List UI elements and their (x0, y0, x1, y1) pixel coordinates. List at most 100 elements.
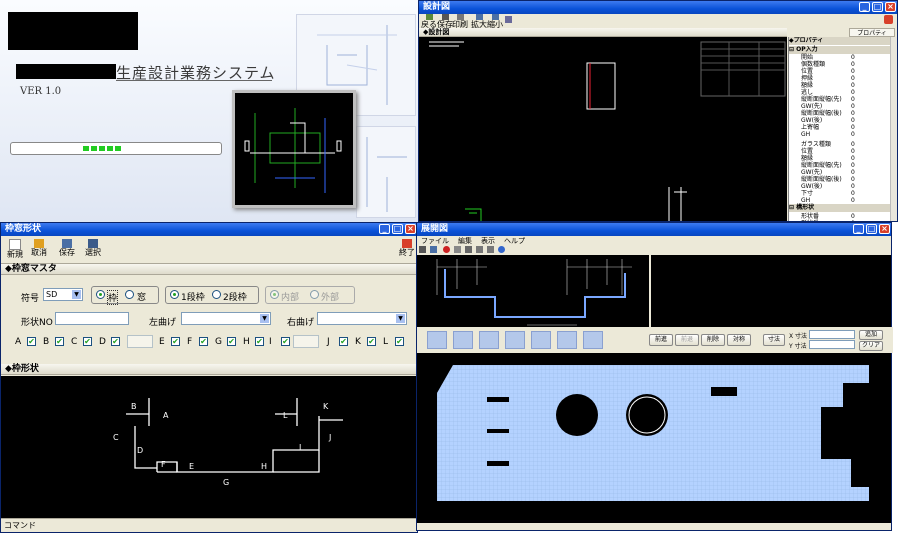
maximize-button[interactable]: □ (866, 224, 877, 234)
property-row[interactable]: 形状番 0 (801, 220, 895, 221)
back-button[interactable]: 戻る (421, 14, 437, 29)
design-window-titlebar[interactable]: 設計図 _ □ × (419, 1, 897, 14)
close-button[interactable]: × (405, 224, 416, 234)
circle-tool-icon[interactable] (479, 331, 499, 349)
disabled-select-1[interactable] (127, 335, 153, 348)
new-button[interactable]: 新規 (7, 239, 23, 259)
checkbox-l[interactable]: ✔ (395, 337, 404, 346)
property-group-frame[interactable]: ⊟ 構形状 (789, 204, 895, 212)
trim-tool-icon[interactable] (557, 331, 577, 349)
menu-help[interactable]: ヘルプ (504, 237, 525, 245)
property-row[interactable]: GH 0 (801, 131, 895, 139)
minimize-button[interactable]: _ (853, 224, 864, 234)
property-label: GW(先) (801, 169, 823, 176)
frame-shape-canvas[interactable]: B A C D F E G H I J K L (1, 376, 417, 518)
checkbox-b[interactable]: ✔ (55, 337, 64, 346)
checkbox-e[interactable]: ✔ (171, 337, 180, 346)
property-tab[interactable]: プロパティ (849, 28, 895, 37)
close-button[interactable]: × (885, 2, 896, 12)
right-bend-select[interactable]: ▼ (317, 312, 407, 325)
undo-button[interactable]: 取消 (31, 239, 47, 257)
radio-1dan[interactable] (170, 290, 179, 299)
checkbox-g[interactable]: ✔ (227, 337, 236, 346)
stop-icon[interactable] (443, 246, 450, 253)
section-view-canvas[interactable] (417, 255, 649, 327)
forward-button[interactable]: 前進 (649, 334, 673, 346)
dimension-button[interactable]: 寸法 (763, 334, 785, 346)
checkbox-j[interactable]: ✔ (339, 337, 348, 346)
unfold-panel-drawing (437, 365, 869, 501)
checkbox-h[interactable]: ✔ (255, 337, 264, 346)
menu-edit[interactable]: 編集 (458, 237, 472, 245)
checkbox-k[interactable]: ✔ (367, 337, 376, 346)
close-button[interactable]: × (879, 224, 890, 234)
radio-outer[interactable] (310, 290, 319, 299)
grid-icon (505, 16, 512, 23)
diamond-tool-icon[interactable] (453, 331, 473, 349)
frame-window-titlebar[interactable]: 枠窓形状 _ □ × (1, 223, 417, 236)
shape-no-input[interactable] (55, 312, 129, 325)
radio-2dan[interactable] (212, 290, 221, 299)
checkbox-c[interactable]: ✔ (83, 337, 92, 346)
property-group-op[interactable]: ⊟ OP入力 (789, 46, 897, 54)
clear-button[interactable]: クリア (859, 341, 883, 351)
left-bend-select[interactable]: ▼ (181, 312, 271, 325)
maximize-button[interactable]: □ (872, 2, 883, 12)
right-view-canvas[interactable] (651, 255, 891, 327)
exit-button[interactable]: 終了 (399, 239, 415, 257)
back-button[interactable]: 前退 (675, 334, 699, 346)
maximize-button[interactable]: □ (392, 224, 403, 234)
save-icon[interactable] (419, 246, 426, 253)
delete-button[interactable]: 削除 (701, 334, 725, 346)
diagonal-tool-icon[interactable] (531, 331, 551, 349)
unfold-window-titlebar[interactable]: 展開図 _ □ × (417, 223, 891, 236)
code-select[interactable]: SD ▼ (43, 288, 83, 301)
grid-button[interactable] (505, 16, 512, 23)
mirror-button[interactable]: 対称 (727, 334, 751, 346)
minimize-button[interactable]: _ (859, 2, 870, 12)
select-button[interactable]: 選択 (85, 239, 101, 257)
line-tool-icon[interactable] (505, 331, 525, 349)
unfold-window-title: 展開図 (421, 224, 449, 234)
property-label: 額縁 (801, 82, 814, 89)
shape-label-g: G (223, 478, 229, 487)
y-dim-input[interactable] (809, 340, 855, 349)
radio-waku[interactable] (96, 290, 105, 299)
design-canvas[interactable] (419, 37, 787, 221)
print-button[interactable]: 印刷 (452, 14, 468, 29)
pen-icon[interactable] (454, 246, 461, 253)
disabled-select-2[interactable] (293, 335, 319, 348)
radio-inner[interactable] (270, 290, 279, 299)
help-icon[interactable] (498, 246, 505, 253)
design-toolbar: 戻る 保存 印刷 拡大 縮小 (419, 14, 897, 29)
property-scrollbar[interactable] (890, 37, 897, 221)
arc-tool-icon[interactable] (583, 331, 603, 349)
checkbox-a[interactable]: ✔ (27, 337, 36, 346)
zoom-in-button[interactable]: 拡大 (471, 14, 487, 29)
undo-arrow-icon (34, 239, 44, 248)
copy-icon[interactable] (476, 246, 483, 253)
rect-tool-icon[interactable] (427, 331, 447, 349)
save-button[interactable]: 保存 (59, 239, 75, 257)
zoom-out-button[interactable]: 縮小 (487, 14, 503, 29)
property-label: 上寄幅 (801, 124, 820, 131)
exit-icon[interactable] (884, 15, 893, 24)
checkbox-d[interactable]: ✔ (111, 337, 120, 346)
shape-label-i: I (299, 443, 301, 452)
open-icon[interactable] (430, 246, 437, 253)
property-header: ◆プロパティ (789, 37, 897, 45)
menu-view[interactable]: 表示 (481, 237, 495, 245)
menu-file[interactable]: ファイル (421, 237, 449, 245)
x-dim-input[interactable] (809, 330, 855, 339)
add-button[interactable]: 追加 (859, 330, 883, 340)
design-drawing-window: 設計図 _ □ × 戻る 保存 印刷 拡大 縮小 プロパティ ◆設計図 ◆プロパ… (418, 0, 898, 222)
radio-mado[interactable] (125, 290, 134, 299)
unfold-canvas[interactable] (417, 353, 891, 523)
save-button[interactable]: 保存 (437, 14, 453, 29)
check-label-h: H (243, 337, 250, 347)
checkbox-i[interactable]: ✔ (281, 337, 290, 346)
checkbox-f[interactable]: ✔ (199, 337, 208, 346)
paste-icon[interactable] (487, 246, 494, 253)
minimize-button[interactable]: _ (379, 224, 390, 234)
cut-icon[interactable] (465, 246, 472, 253)
